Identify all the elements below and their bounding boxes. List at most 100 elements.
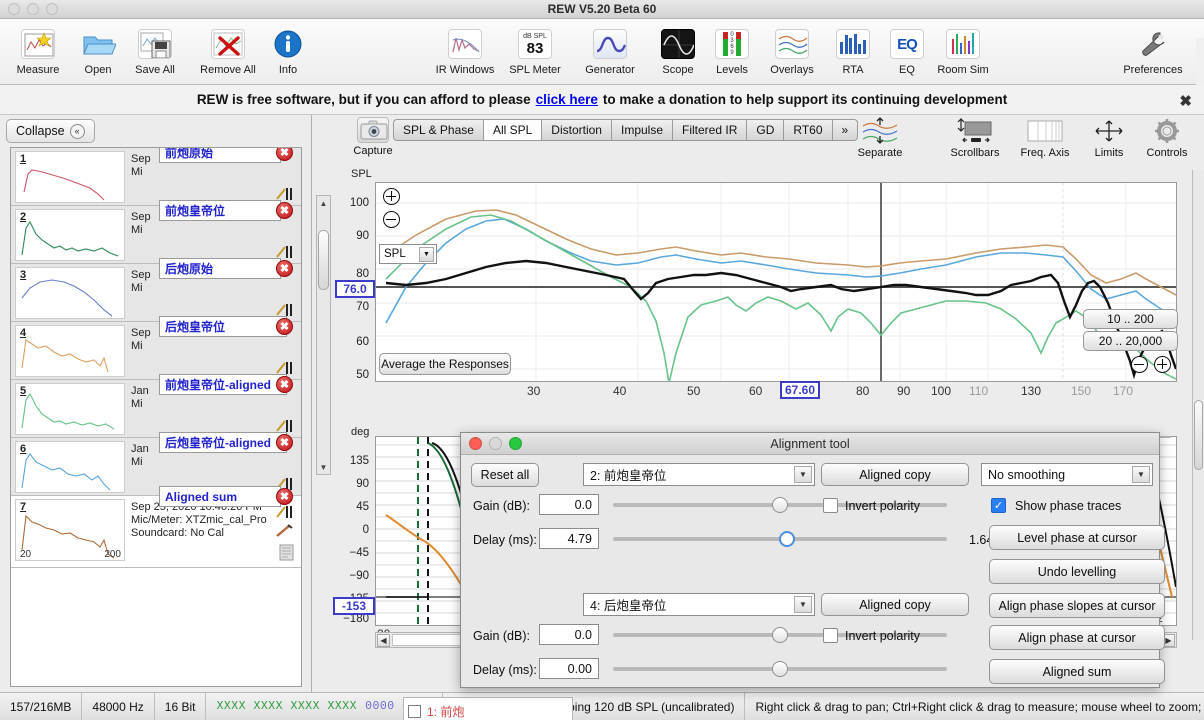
track-b-measurement-select[interactable]: 4: 后炮皇帝位 ▼ bbox=[583, 593, 815, 616]
reset-all-button[interactable]: Reset all bbox=[471, 463, 539, 487]
undo-levelling-button[interactable]: Undo levelling bbox=[989, 559, 1165, 584]
toolbar-save-all-button[interactable]: Save All bbox=[115, 25, 195, 76]
tab-spl-phase[interactable]: SPL & Phase bbox=[393, 119, 483, 141]
legend-checkbox[interactable] bbox=[408, 705, 421, 718]
range-10-200-button[interactable]: 10 .. 200 bbox=[1083, 309, 1178, 329]
track-a-delay-field[interactable]: 4.79 bbox=[539, 528, 599, 549]
measurement-list[interactable]: 1 Sep Mi 前炮原始 ✖ 2 Sep Mi 前炮皇帝位 ✖ 3 Sep M… bbox=[10, 147, 302, 687]
scroll-left-arrow-icon[interactable]: ◀ bbox=[377, 634, 390, 647]
measurement-name-field[interactable]: 后炮皇帝位-aligned bbox=[159, 432, 287, 453]
slider-knob[interactable] bbox=[772, 497, 788, 513]
freq-cursor-value[interactable]: 67.60 bbox=[780, 381, 821, 399]
track-b-delay-field[interactable]: 0.00 bbox=[539, 658, 599, 679]
separate-button[interactable]: Separate bbox=[844, 115, 916, 159]
delete-measurement-button[interactable]: ✖ bbox=[276, 148, 293, 161]
collapse-sidebar-button[interactable]: Collapse « bbox=[6, 119, 95, 143]
tab-all-spl[interactable]: All SPL bbox=[482, 119, 542, 141]
edit-pencil-icon[interactable] bbox=[275, 524, 293, 541]
spl-plot[interactable] bbox=[375, 182, 1177, 382]
sidebar-scrollbar[interactable]: ▲ ▼ bbox=[316, 195, 331, 475]
controls-button[interactable]: Controls bbox=[1131, 115, 1203, 159]
smoothing-select[interactable]: No smoothing ▼ bbox=[981, 463, 1153, 486]
slider-knob[interactable] bbox=[779, 531, 795, 547]
aligned-sum-button[interactable]: Aligned sum bbox=[989, 659, 1165, 684]
toolbar-ir-windows-button[interactable]: IR Windows bbox=[425, 25, 505, 76]
scrollbar-thumb[interactable] bbox=[318, 230, 329, 290]
delete-measurement-button[interactable]: ✖ bbox=[276, 376, 293, 393]
tab-gd[interactable]: GD bbox=[746, 119, 784, 141]
chevron-down-icon[interactable]: ▼ bbox=[794, 596, 812, 613]
close-banner-button[interactable]: ✖ bbox=[1179, 92, 1192, 110]
track-a-delay-slider[interactable] bbox=[613, 531, 947, 547]
tab-distortion[interactable]: Distortion bbox=[541, 119, 611, 141]
delete-measurement-button[interactable]: ✖ bbox=[276, 434, 293, 451]
list-item[interactable]: 3 Sep Mi 后炮原始 ✖ bbox=[11, 258, 301, 322]
average-responses-button[interactable]: Average the Responses bbox=[379, 353, 511, 375]
track-b-gain-field[interactable]: 0.0 bbox=[539, 624, 599, 645]
toolbar-info-button[interactable]: Info bbox=[248, 25, 328, 76]
donation-link[interactable]: click here bbox=[536, 92, 598, 107]
spl-cursor-value[interactable]: 76.0 bbox=[335, 280, 375, 298]
notes-document-icon[interactable] bbox=[279, 544, 294, 564]
tab-filtered-ir[interactable]: Filtered IR bbox=[672, 119, 747, 141]
minimize-window-button[interactable] bbox=[27, 3, 39, 15]
zoom-in-x-icon[interactable] bbox=[1154, 356, 1171, 373]
level-phase-at-cursor-button[interactable]: Level phase at cursor bbox=[989, 525, 1165, 550]
list-item-selected[interactable]: 7 20 200 Sep 25, 2020 10:46:20 PM Mic/Me… bbox=[11, 486, 301, 568]
slider-knob[interactable] bbox=[772, 627, 788, 643]
scroll-down-arrow-icon[interactable]: ▼ bbox=[317, 460, 330, 474]
close-window-button[interactable] bbox=[8, 3, 20, 15]
track-b-invert-checkbox[interactable] bbox=[823, 628, 838, 643]
window-controls[interactable] bbox=[8, 3, 58, 15]
dialog-window-controls[interactable] bbox=[469, 437, 522, 450]
toolbar-spl-meter-button[interactable]: dB SPL 83 SPL Meter bbox=[495, 25, 575, 76]
chevron-down-icon[interactable]: ▼ bbox=[1132, 466, 1150, 483]
list-item[interactable]: 2 Sep Mi 前炮皇帝位 ✖ bbox=[11, 200, 301, 264]
spl-axis-selector[interactable]: SPL ▼ bbox=[379, 244, 437, 264]
scrollbars-button[interactable]: Scrollbars bbox=[939, 115, 1011, 159]
list-item[interactable]: 1 Sep Mi 前炮原始 ✖ bbox=[11, 148, 301, 206]
chevron-down-icon[interactable]: ▼ bbox=[419, 247, 434, 262]
track-a-gain-field[interactable]: 0.0 bbox=[539, 494, 599, 515]
track-a-measurement-select[interactable]: 2: 前炮皇帝位 ▼ bbox=[583, 463, 815, 486]
align-phase-slopes-at-cursor-button[interactable]: Align phase slopes at cursor bbox=[989, 593, 1165, 618]
dialog-close-button[interactable] bbox=[469, 437, 482, 450]
delete-measurement-button[interactable]: ✖ bbox=[276, 318, 293, 335]
delete-measurement-button[interactable]: ✖ bbox=[276, 488, 293, 505]
dialog-maximize-button[interactable] bbox=[509, 437, 522, 450]
phase-cursor-value[interactable]: -153 bbox=[333, 597, 375, 615]
track-b-aligned-copy-button[interactable]: Aligned copy bbox=[821, 593, 969, 616]
delete-measurement-button[interactable]: ✖ bbox=[276, 202, 293, 219]
maximize-window-button[interactable] bbox=[46, 3, 58, 15]
zoom-in-icon[interactable] bbox=[383, 188, 400, 205]
zoom-out-icon[interactable] bbox=[383, 211, 400, 228]
track-a-aligned-copy-button[interactable]: Aligned copy bbox=[821, 463, 969, 486]
show-phase-traces-checkbox[interactable]: ✓ bbox=[991, 498, 1006, 513]
range-20-20000-button[interactable]: 20 .. 20,000 bbox=[1083, 331, 1178, 351]
measurement-name-field[interactable]: 前炮原始 bbox=[159, 148, 281, 163]
scroll-up-arrow-icon[interactable]: ▲ bbox=[317, 196, 330, 210]
list-item[interactable]: 4 Sep Mi 后炮皇帝位 ✖ bbox=[11, 316, 301, 380]
track-a-invert-checkbox[interactable] bbox=[823, 498, 838, 513]
list-item[interactable]: 5 Jan Mi 前炮皇帝位-aligned ✖ bbox=[11, 374, 301, 438]
tab-impulse[interactable]: Impulse bbox=[610, 119, 673, 141]
dialog-minimize-button[interactable] bbox=[489, 437, 502, 450]
chevron-down-icon[interactable]: ▼ bbox=[794, 466, 812, 483]
measurement-name-field[interactable]: 前炮皇帝位 bbox=[159, 200, 281, 221]
toolbar-room-sim-button[interactable]: Room Sim bbox=[923, 25, 1003, 76]
align-phase-at-cursor-button[interactable]: Align phase at cursor bbox=[989, 625, 1165, 650]
graph-vertical-scrollbar[interactable] bbox=[1192, 170, 1204, 640]
tab-rt60[interactable]: RT60 bbox=[783, 119, 832, 141]
slider-knob[interactable] bbox=[772, 661, 788, 677]
list-item[interactable]: 1: 前炮 bbox=[408, 701, 568, 720]
track-b-delay-slider[interactable] bbox=[613, 661, 947, 677]
alignment-tool-dialog[interactable]: Alignment tool Reset all 2: 前炮皇帝位 ▼ Alig… bbox=[460, 432, 1165, 688]
toolbar-preferences-button[interactable]: Preferences bbox=[1113, 25, 1193, 76]
zoom-out-x-icon[interactable] bbox=[1131, 356, 1148, 373]
measurement-name-field[interactable]: 前炮皇帝位-aligned bbox=[159, 374, 287, 395]
delete-measurement-button[interactable]: ✖ bbox=[276, 260, 293, 277]
freq-axis-button[interactable]: Freq. Axis bbox=[1009, 115, 1081, 159]
measurement-name-field[interactable]: 后炮原始 bbox=[159, 258, 281, 279]
scrollbar-thumb[interactable] bbox=[1194, 400, 1203, 470]
measurement-name-field[interactable]: Aligned sum bbox=[159, 486, 281, 507]
